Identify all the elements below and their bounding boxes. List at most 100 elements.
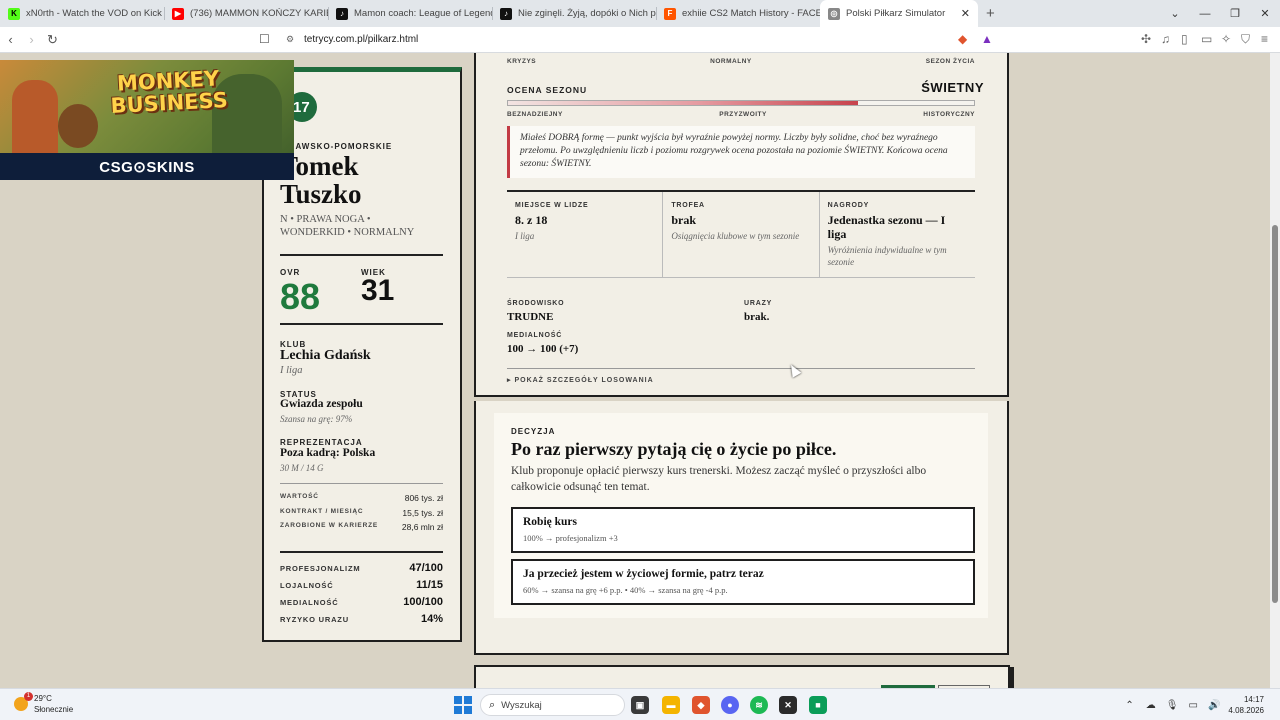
divider: [280, 483, 443, 484]
injuries-label: URAZY: [744, 300, 773, 307]
player-last-name: Tuszko: [280, 179, 362, 209]
extensions-icon[interactable]: ✣: [1141, 32, 1151, 46]
scale-label: KRYZYS: [507, 58, 537, 65]
brave-rewards-icon[interactable]: ▲: [981, 32, 993, 46]
back-icon[interactable]: ‹: [0, 32, 21, 47]
close-window-button[interactable]: ✕: [1250, 7, 1280, 20]
tab-title: exhiie CS2 Match History - FACEIT.co: [682, 8, 820, 19]
divider: [280, 323, 443, 325]
tiktok-favicon-icon: ♪: [336, 7, 348, 20]
close-tab-icon[interactable]: ✕: [961, 7, 970, 20]
bookmark-icon[interactable]: ☐: [259, 32, 270, 46]
clock[interactable]: 14:17 4.08.2026: [1228, 694, 1264, 716]
taskbar-search[interactable]: ⌕ Wyszukaj: [480, 694, 625, 716]
faceit-favicon-icon: F: [664, 7, 676, 20]
windows-taskbar: 1 29°C Słonecznie ⌕ Wyszukaj ▣ ▬ ◆ ● ≋ ✕ ■…: [0, 688, 1280, 720]
cell-sub: Wyróżnienia indywidualne w tym sezonie: [827, 245, 947, 267]
age-value: 31: [361, 274, 395, 307]
cell-value: brak: [671, 213, 697, 227]
system-tray: ⌃ ☁ 🎙 ▭ 🔊 14:17 4.08.2026: [1125, 689, 1280, 720]
cell-label: TROFEA: [671, 202, 705, 209]
ad-character-illustration: [12, 80, 58, 160]
attribute-value: 100/100: [403, 596, 443, 608]
decision-option-form[interactable]: Ja przecież jestem w życiowej formie, pa…: [511, 559, 975, 605]
attribute-label: LOJALNOŚĆ: [280, 580, 334, 590]
browser-tab-bar: KxN0rth - Watch the VOD on Kick ▶ (736) M…: [0, 0, 1280, 27]
tab-search-icon[interactable]: ⌄: [1160, 7, 1190, 20]
microphone-icon[interactable]: 🎙: [1166, 700, 1179, 711]
browser-tab[interactable]: KxN0rth - Watch the VOD on Kick: [0, 0, 164, 27]
sidebar-icon[interactable]: ▯: [1181, 32, 1188, 46]
site-info-icon[interactable]: ⚙: [286, 34, 294, 45]
wallet-icon[interactable]: ▭: [1201, 32, 1212, 46]
browser-tab[interactable]: ♪ Nie zginęli. Żyją, dopóki o Nich pam: [492, 0, 656, 27]
finance-value: 28,6 mln zł: [401, 522, 443, 532]
player-tags-line: N • PRAWA NOGA •: [280, 214, 371, 225]
app-icon[interactable]: ■: [809, 696, 827, 714]
url-field[interactable]: tetrycy.com.pl/pilkarz.html: [304, 34, 418, 45]
spotify-icon[interactable]: ≋: [750, 696, 768, 714]
new-tab-button[interactable]: +: [986, 5, 995, 22]
nation-sub: 30 M / 14 G: [280, 463, 324, 473]
awards-cell: NAGRODY Jedenastka sezonu — I liga Wyróżni…: [818, 192, 975, 277]
minimize-button[interactable]: —: [1190, 8, 1220, 20]
cell-sub: Osiągnięcia klubowe w tym sezonie: [671, 231, 800, 241]
time: 14:17: [1243, 695, 1264, 704]
browser-tab[interactable]: Fexhiie CS2 Match History - FACEIT.co: [656, 0, 820, 27]
injuries-value: brak.: [744, 311, 770, 323]
finance-row: ZAROBIONE W KARIERZE 28,6 mln zł: [280, 522, 443, 532]
scale-label: HISTORYCZNY: [923, 111, 975, 118]
attribute-row: RYZYKO URAZU 14%: [280, 613, 443, 625]
volume-icon[interactable]: 🔊: [1208, 700, 1220, 711]
nation-value: Poza kadrą: Polska: [280, 447, 376, 459]
leo-ai-icon[interactable]: ✧: [1221, 32, 1231, 46]
brave-browser-icon[interactable]: ◆: [692, 696, 710, 714]
browser-tab[interactable]: ♪ Mamon coach: League of Legends ch: [328, 0, 492, 27]
status-sub: Szansa na grę: 97%: [280, 414, 353, 424]
media-label: MEDIALNOŚĆ: [507, 332, 563, 339]
attribute-row: MEDIALNOŚĆ 100/100: [280, 596, 443, 608]
kick-favicon-icon: K: [8, 7, 20, 20]
advertisement-banner[interactable]: MONKEY BUSINESS CSG⊙SKINS: [0, 60, 294, 180]
task-view-icon[interactable]: ▣: [631, 696, 649, 714]
menu-icon[interactable]: ≡: [1261, 32, 1268, 46]
finance-row: WARTOŚĆ 806 tys. zł: [280, 493, 443, 503]
page-scrollbar[interactable]: [1270, 53, 1280, 688]
attribute-value: 11/15: [416, 579, 443, 591]
finance-label: WARTOŚĆ: [280, 493, 319, 500]
vpn-icon[interactable]: ⛉: [1241, 32, 1250, 47]
browser-tab-active[interactable]: ◎ Polski Piłkarz Simulator ✕: [820, 0, 978, 27]
forward-icon[interactable]: ›: [21, 32, 42, 47]
terminal-icon[interactable]: ✕: [779, 696, 797, 714]
show-hidden-icons-icon[interactable]: ⌃: [1125, 700, 1133, 711]
cell-label: MIEJSCE W LIDZE: [515, 202, 589, 209]
decision-option-course[interactable]: Robię kurs 100% → profesjonalizm +3: [511, 507, 975, 553]
nation-label: REPREZENTACJA: [280, 438, 363, 447]
weather-widget[interactable]: 1 29°C Słonecznie: [14, 692, 74, 715]
browser-tab[interactable]: ▶ (736) MAMMON KOŃCZY KARIERĘ?!: [164, 0, 328, 27]
scale-label: NORMALNY: [710, 58, 752, 65]
weather-condition: Słonecznie: [34, 705, 74, 714]
date: 4.08.2026: [1228, 706, 1264, 715]
file-explorer-icon[interactable]: ▬: [662, 696, 680, 714]
start-button[interactable]: [454, 696, 472, 714]
status-value: Gwiazda zespołu: [280, 398, 363, 410]
maximize-button[interactable]: ❐: [1220, 7, 1250, 20]
media-icon[interactable]: ♫: [1161, 32, 1170, 46]
reload-icon[interactable]: ↻: [42, 32, 63, 48]
decision-title: Po raz pierwszy pytają cię o życie po pi…: [511, 439, 837, 459]
cell-label: NAGRODY: [827, 202, 870, 209]
season-rating-fill: [508, 101, 858, 105]
discord-icon[interactable]: ●: [721, 696, 739, 714]
ad-monkey-illustration: [58, 104, 98, 148]
ad-brand: CSG⊙SKINS: [0, 153, 294, 180]
brave-shield-icon[interactable]: ◆: [958, 32, 967, 46]
tab-title: xN0rth - Watch the VOD on Kick: [26, 8, 162, 19]
attribute-row: LOJALNOŚĆ 11/15: [280, 579, 443, 591]
network-icon[interactable]: ☁: [1146, 700, 1156, 711]
scrollbar-thumb[interactable]: [1272, 225, 1278, 603]
sun-icon: 1: [14, 692, 33, 711]
show-details-toggle[interactable]: ▸ POKAŻ SZCZEGÓŁY LOSOWANIA: [507, 368, 975, 384]
display-icon[interactable]: ▭: [1189, 700, 1198, 711]
decision-label: DECYZJA: [511, 427, 556, 436]
